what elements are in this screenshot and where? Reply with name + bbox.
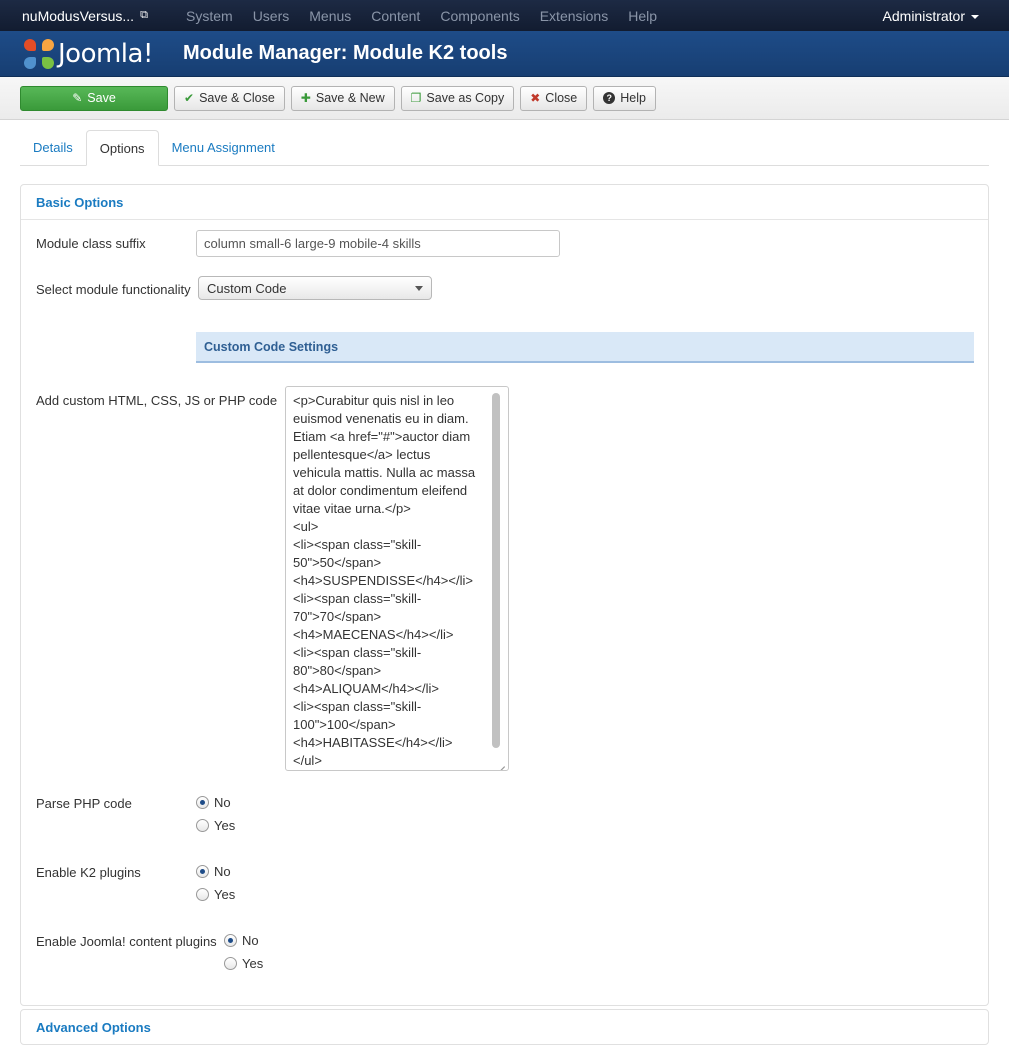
k2-plugins-yes[interactable]: Yes: [196, 883, 235, 906]
site-name[interactable]: nuModusVersus...: [22, 8, 134, 24]
code-line: 80">80</span>: [293, 663, 382, 678]
main-menu: System Users Menus Content Components Ex…: [178, 8, 667, 24]
code-line: <li><span class="skill-: [293, 699, 422, 714]
page-header: Joomla! Module Manager: Module K2 tools: [0, 31, 1009, 77]
radio-icon[interactable]: [196, 865, 209, 878]
code-line: euismod venenatis eu in diam.: [293, 411, 469, 426]
question-icon: ?: [603, 92, 616, 104]
custom-code-textarea[interactable]: <p>Curabitur quis nisl in leo euismod ve…: [285, 386, 509, 771]
basic-options-title[interactable]: Basic Options: [36, 195, 123, 210]
tab-options[interactable]: Options: [85, 130, 159, 166]
parse-php-radio-group: No Yes: [196, 791, 235, 837]
joomla-plugins-yes[interactable]: Yes: [224, 952, 263, 975]
close-icon: ✖: [530, 91, 541, 105]
chevron-down-icon: [971, 14, 979, 19]
menu-users[interactable]: Users: [243, 8, 300, 24]
code-line: <h4>HABITASSE</h4></li>: [293, 735, 453, 750]
radio-icon[interactable]: [196, 888, 209, 901]
close-button[interactable]: ✖ Close: [520, 85, 588, 111]
tab-bar: Details Options Menu Assignment: [20, 130, 989, 166]
basic-options-panel: Basic Options Module class suffix column…: [20, 184, 989, 1006]
radio-icon[interactable]: [196, 819, 209, 832]
joomla-plugins-label: Enable Joomla! content plugins: [36, 934, 217, 949]
custom-code-settings-heading: Custom Code Settings: [196, 332, 974, 363]
custom-code-label: Add custom HTML, CSS, JS or PHP code: [36, 393, 278, 408]
menu-extensions[interactable]: Extensions: [530, 8, 618, 24]
functionality-label: Select module functionality: [36, 282, 191, 297]
code-line: vehicula mattis. Nulla ac massa: [293, 465, 476, 480]
logo-text: Joomla!: [58, 38, 153, 69]
code-line: <h4>MAECENAS</h4></li>: [293, 627, 454, 642]
check-icon: ✔: [184, 91, 195, 105]
copy-icon: ❐: [410, 91, 422, 105]
radio-icon[interactable]: [196, 796, 209, 809]
code-line: <li><span class="skill-: [293, 591, 422, 606]
parse-php-no[interactable]: No: [196, 791, 235, 814]
joomla-logo-icon: [24, 38, 54, 69]
code-line: vitae vitae urna.</p>: [293, 501, 411, 516]
parse-php-yes[interactable]: Yes: [196, 814, 235, 837]
joomla-plugins-no[interactable]: No: [224, 929, 263, 952]
functionality-select[interactable]: Custom Code: [198, 276, 432, 300]
code-line: 100">100</span>: [293, 717, 396, 732]
menu-menus[interactable]: Menus: [299, 8, 361, 24]
menu-system[interactable]: System: [178, 8, 243, 24]
code-line: pellentesque</a> lectus: [293, 447, 431, 462]
k2-plugins-radio-group: No Yes: [196, 860, 235, 906]
site-name-link[interactable]: nuModusVersus... ⧉: [0, 8, 178, 24]
menu-content[interactable]: Content: [361, 8, 430, 24]
user-menu[interactable]: Administrator: [883, 8, 979, 24]
code-line: at dolor condimentum eleifend: [293, 483, 468, 498]
resize-handle-icon[interactable]: [495, 757, 505, 767]
advanced-options-panel[interactable]: Advanced Options: [20, 1009, 989, 1045]
code-line: <li><span class="skill-: [293, 645, 422, 660]
code-line: Etiam <a href="#">auctor diam: [293, 429, 471, 444]
toolbar: ✎ Save ✔ Save & Close ✚ Save & New ❐ Sav…: [0, 77, 1009, 120]
external-link-icon: ⧉: [140, 9, 148, 21]
code-line: <h4>SUSPENDISSE</h4></li>: [293, 573, 473, 588]
tab-menu-assignment[interactable]: Menu Assignment: [159, 130, 288, 165]
code-line: 70">70</span>: [293, 609, 382, 624]
chevron-down-icon: [415, 285, 423, 291]
plus-icon: ✚: [300, 91, 311, 105]
code-line: 50">50</span>: [293, 555, 382, 570]
advanced-options-title[interactable]: Advanced Options: [36, 1020, 151, 1035]
save-close-button[interactable]: ✔ Save & Close: [174, 85, 285, 111]
basic-options-header[interactable]: Basic Options: [21, 185, 988, 220]
help-button[interactable]: ? Help: [593, 85, 656, 111]
class-suffix-input[interactable]: column small-6 large-9 mobile-4 skills: [196, 230, 560, 257]
code-line: </ul>: [293, 753, 322, 768]
radio-icon[interactable]: [224, 957, 237, 970]
top-navbar: nuModusVersus... ⧉ System Users Menus Co…: [0, 0, 1009, 31]
k2-plugins-label: Enable K2 plugins: [36, 865, 141, 880]
functionality-selected: Custom Code: [207, 280, 287, 296]
menu-help[interactable]: Help: [618, 8, 667, 24]
textarea-scrollbar[interactable]: [492, 393, 500, 748]
radio-icon[interactable]: [224, 934, 237, 947]
edit-icon: ✎: [72, 91, 83, 105]
menu-components[interactable]: Components: [430, 8, 529, 24]
user-name[interactable]: Administrator: [883, 8, 965, 24]
code-line: <li><span class="skill-: [293, 537, 422, 552]
save-copy-button[interactable]: ❐ Save as Copy: [400, 85, 515, 111]
code-line: <h4>ALIQUAM</h4></li>: [293, 681, 439, 696]
save-button[interactable]: ✎ Save: [20, 85, 168, 111]
joomla-plugins-radio-group: No Yes: [224, 929, 263, 975]
tab-details[interactable]: Details: [20, 130, 86, 165]
class-suffix-label: Module class suffix: [36, 236, 146, 251]
parse-php-label: Parse PHP code: [36, 796, 132, 811]
code-line: <ul>: [293, 519, 319, 534]
page-title: Module Manager: Module K2 tools: [183, 42, 508, 64]
k2-plugins-no[interactable]: No: [196, 860, 235, 883]
joomla-logo: Joomla!: [0, 38, 183, 69]
code-line: <p>Curabitur quis nisl in leo: [293, 393, 455, 408]
save-new-button[interactable]: ✚ Save & New: [290, 85, 395, 111]
